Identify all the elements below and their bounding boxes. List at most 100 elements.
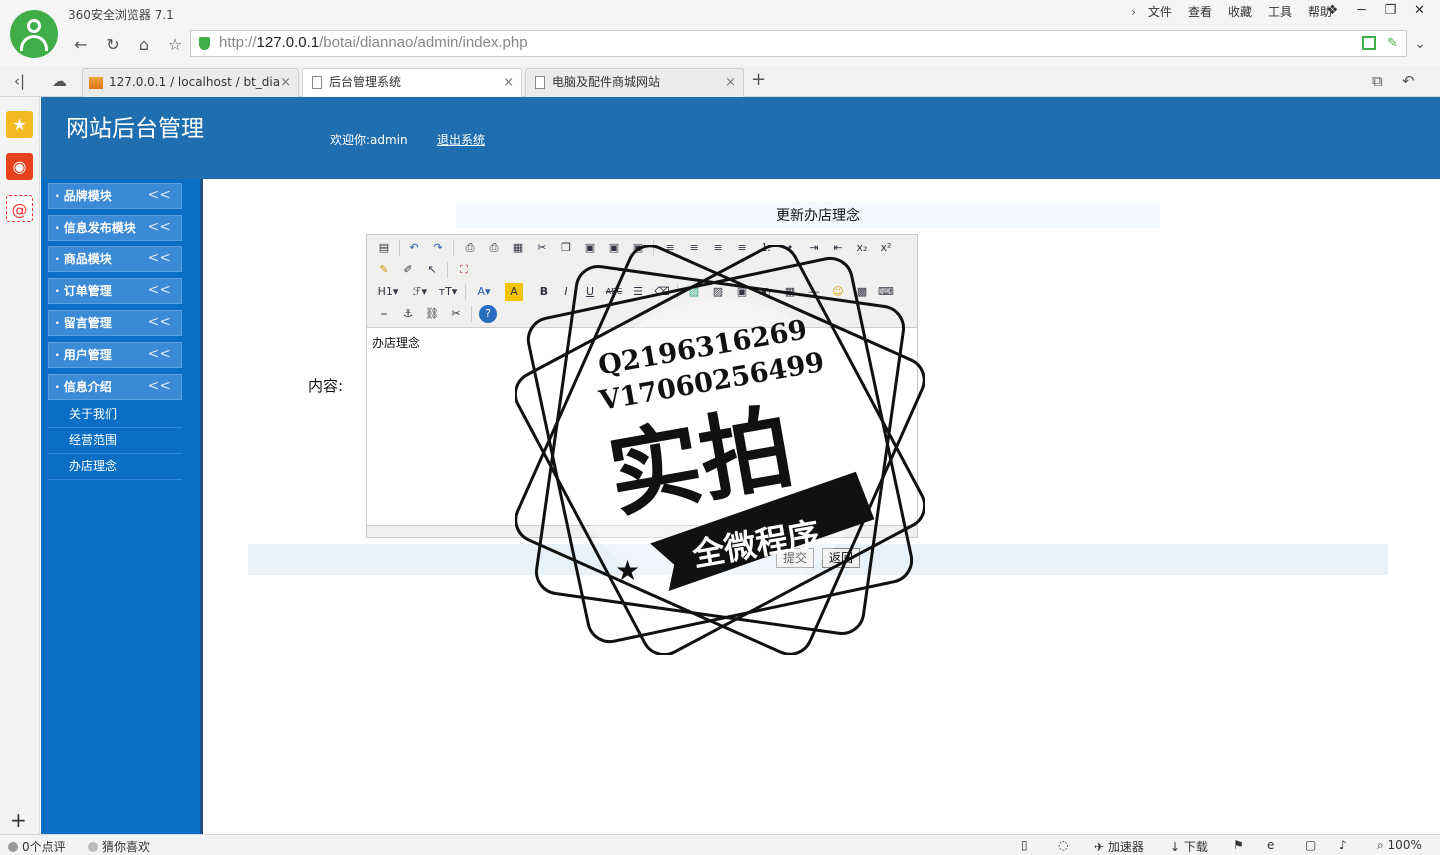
image-icon[interactable]: ▨ xyxy=(685,283,703,301)
favorites-star-icon[interactable]: ★ xyxy=(6,111,33,138)
paste-icon[interactable]: ▣ xyxy=(581,239,599,257)
align-right-icon[interactable]: ≡ xyxy=(709,239,727,257)
compat-icon[interactable]: ◌ xyxy=(1058,838,1068,852)
address-bar[interactable]: http://127.0.0.1/botai/diannao/admin/ind… xyxy=(190,30,1407,57)
highlight-icon[interactable]: A xyxy=(505,283,523,301)
flash-icon[interactable]: ▣ xyxy=(733,283,751,301)
tab-admin[interactable]: 后台管理系统 × xyxy=(302,68,522,98)
sound-icon[interactable]: ♪ xyxy=(1339,838,1347,852)
close-tab-icon[interactable]: × xyxy=(280,69,291,96)
clear-format-icon[interactable]: ✎ xyxy=(375,261,393,279)
tab-scroll-left-icon[interactable]: ‹| xyxy=(14,72,25,90)
refresh-icon[interactable]: ↻ xyxy=(100,32,126,58)
logout-link[interactable]: 退出系统 xyxy=(437,131,485,148)
page-break-icon[interactable]: ⎯ xyxy=(375,305,393,323)
star-icon[interactable]: ☆ xyxy=(162,32,188,58)
align-center-icon[interactable]: ≡ xyxy=(685,239,703,257)
menu-users[interactable]: · 用户管理 << xyxy=(48,342,182,368)
add-sidebar-icon[interactable]: + xyxy=(10,808,27,832)
source-icon[interactable]: ▤ xyxy=(375,239,393,257)
email-icon[interactable]: @ xyxy=(6,195,33,222)
print-icon[interactable]: ⎙ xyxy=(485,239,503,257)
qrcode-icon[interactable] xyxy=(1362,36,1376,50)
back-button[interactable]: 返回 xyxy=(822,548,860,568)
remove-format-icon[interactable]: ⌫ xyxy=(653,283,671,301)
map-icon[interactable]: ▩ xyxy=(853,283,871,301)
preview-icon[interactable]: ⎙ xyxy=(461,239,479,257)
menu-products[interactable]: · 商品模块 << xyxy=(48,246,182,272)
undo-close-icon[interactable]: ↶ xyxy=(1402,72,1415,90)
close-tab-icon[interactable]: × xyxy=(503,69,514,96)
help-icon[interactable]: ? xyxy=(479,305,497,323)
unordered-list-icon[interactable]: • xyxy=(781,239,799,257)
editor-content[interactable]: 办店理念 xyxy=(372,334,420,351)
cut-icon[interactable]: ✂ xyxy=(533,239,551,257)
submenu-store-philosophy[interactable]: 办店理念 xyxy=(48,454,182,480)
code-icon[interactable]: ⌨ xyxy=(877,283,895,301)
redo-icon[interactable]: ↷ xyxy=(429,239,447,257)
window-icon[interactable]: ▢ xyxy=(1305,838,1316,852)
hr-icon[interactable]: ― xyxy=(805,283,823,301)
ordered-list-icon[interactable]: ⒈ xyxy=(757,239,775,257)
indent-icon[interactable]: ⇥ xyxy=(805,239,823,257)
accelerator-status[interactable]: ✈ 加速器 xyxy=(1094,838,1144,855)
skin-icon[interactable]: ❖ xyxy=(1318,0,1347,24)
leaf-icon[interactable]: ✎ xyxy=(1387,36,1398,51)
underline-icon[interactable]: U xyxy=(581,283,599,301)
unlink-icon[interactable]: ✂ xyxy=(447,305,465,323)
italic-icon[interactable]: I xyxy=(557,283,575,301)
weibo-icon[interactable]: ◉ xyxy=(6,153,33,180)
paste-text-icon[interactable]: ▣ xyxy=(605,239,623,257)
ie-icon[interactable]: e xyxy=(1267,838,1274,852)
submenu-about-us[interactable]: 关于我们 xyxy=(48,402,182,428)
mobile-icon[interactable]: ▯ xyxy=(1021,838,1028,852)
close-window-button[interactable]: ✕ xyxy=(1405,0,1434,24)
tab-shop[interactable]: 电脑及配件商城网站 × xyxy=(525,68,744,97)
menu-messages[interactable]: · 留言管理 << xyxy=(48,310,182,336)
menu-tools[interactable]: 工具 xyxy=(1260,4,1300,20)
media-icon[interactable]: ◐ xyxy=(757,283,775,301)
rich-text-editor[interactable]: ▤ ↶ ↷ ⎙ ⎙ ▦ ✂ ❐ ▣ ▣ ▣ ≡ ≡ ≡ ≡ ⒈ • ⇥ ⇤ x₂… xyxy=(366,234,918,538)
bold-icon[interactable]: B xyxy=(535,283,553,301)
home-icon[interactable]: ⌂ xyxy=(131,32,157,58)
superscript-icon[interactable]: x² xyxy=(877,239,895,257)
menu-info-intro[interactable]: · 信息介绍 << xyxy=(48,374,182,400)
cloud-icon[interactable]: ☁ xyxy=(52,72,67,90)
emoticon-icon[interactable]: ☺ xyxy=(829,283,847,301)
address-url[interactable]: http://127.0.0.1/botai/diannao/admin/ind… xyxy=(219,34,528,51)
maximize-button[interactable]: ❐ xyxy=(1376,0,1405,24)
guess-like-status[interactable]: 猜你喜欢 xyxy=(88,838,150,855)
chevron-right-icon[interactable]: › xyxy=(1127,4,1140,20)
menu-orders[interactable]: · 订单管理 << xyxy=(48,278,182,304)
font-family-icon[interactable]: ℱ▾ xyxy=(409,283,431,301)
menu-file[interactable]: 文件 xyxy=(1140,4,1180,20)
fullscreen-icon[interactable]: ⛶ xyxy=(455,261,473,279)
download-status[interactable]: ↓ 下载 xyxy=(1170,838,1208,855)
multi-image-icon[interactable]: ▨ xyxy=(709,283,727,301)
comments-status[interactable]: 0个点评 xyxy=(8,838,66,855)
zoom-status[interactable]: ⌕ 100% xyxy=(1377,838,1422,853)
line-height-icon[interactable]: ☰ xyxy=(629,283,647,301)
editor-resize-bar[interactable] xyxy=(367,525,917,537)
menu-brand[interactable]: · 品牌模块 << xyxy=(48,183,182,209)
template-icon[interactable]: ▦ xyxy=(509,239,527,257)
pointer-icon[interactable]: ↖ xyxy=(423,261,441,279)
menu-view[interactable]: 查看 xyxy=(1180,4,1220,20)
select-all-icon[interactable]: ✐ xyxy=(399,261,417,279)
tab-phpmyadmin[interactable]: 127.0.0.1 / localhost / bt_dia × xyxy=(82,68,299,97)
font-size-icon[interactable]: тT▾ xyxy=(437,283,459,301)
browser-logo-icon[interactable] xyxy=(10,10,58,58)
undo-icon[interactable]: ↶ xyxy=(405,239,423,257)
strikethrough-icon[interactable]: ABC xyxy=(605,283,623,301)
new-tab-icon[interactable]: + xyxy=(751,69,766,90)
copy-icon[interactable]: ❐ xyxy=(557,239,575,257)
anchor-icon[interactable]: ⚓ xyxy=(399,305,417,323)
submit-button[interactable]: 提交 xyxy=(776,548,814,568)
flag-icon[interactable]: ⚑ xyxy=(1233,838,1244,852)
justify-icon[interactable]: ≡ xyxy=(733,239,751,257)
subscript-icon[interactable]: x₂ xyxy=(853,239,871,257)
font-color-icon[interactable]: A▾ xyxy=(475,283,493,301)
outdent-icon[interactable]: ⇤ xyxy=(829,239,847,257)
paste-word-icon[interactable]: ▣ xyxy=(629,239,647,257)
table-icon[interactable]: ▦ xyxy=(781,283,799,301)
